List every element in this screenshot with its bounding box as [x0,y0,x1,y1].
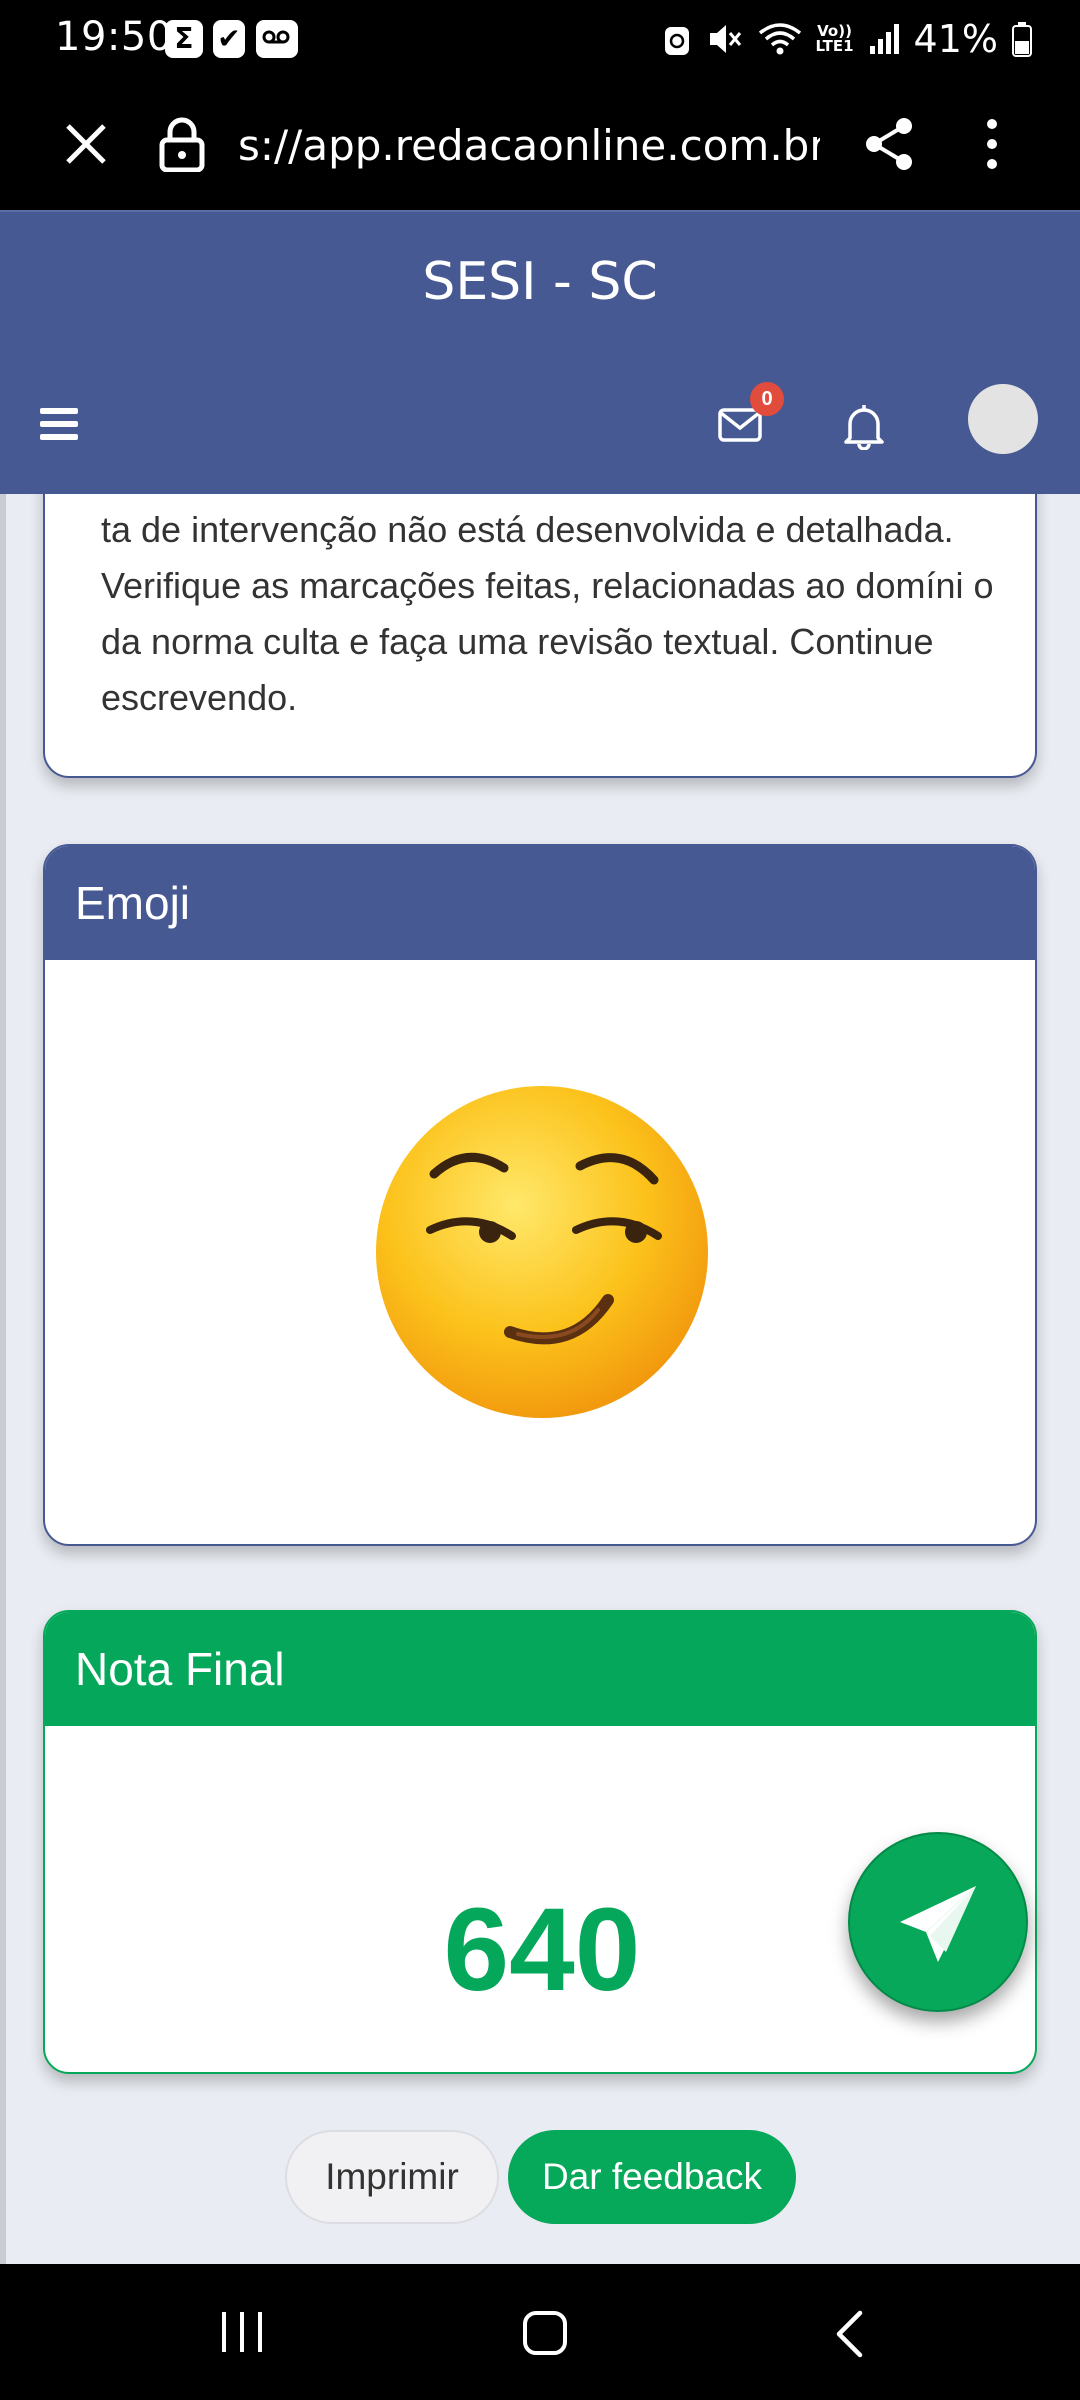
app-header: SESI - SC 0 [0,210,1080,494]
recycle-icon [664,27,689,55]
network-label-bottom: LTE1 [815,37,854,55]
bell-icon[interactable] [842,402,886,450]
check-icon: ✔ [213,20,245,58]
nota-final-card: Nota Final 640 [43,1610,1037,2074]
back-icon[interactable] [834,2310,864,2358]
smirking-face-emoji-icon [376,1086,708,1418]
scroll-edge [0,494,6,2264]
mute-icon [709,25,741,53]
mail-count-badge: 0 [750,382,784,416]
lock-icon[interactable] [158,116,206,172]
feedback-button[interactable]: Dar feedback [508,2130,796,2224]
wifi-icon [758,23,801,55]
system-nav-bar [0,2264,1080,2400]
main-content[interactable]: ta de intervenção não está desenvolvida … [0,494,1080,2264]
voicemail-icon [256,20,298,58]
comment-text: ta de intervenção não está desenvolvida … [101,509,994,718]
home-icon[interactable] [522,2310,568,2356]
comment-card: ta de intervenção não está desenvolvida … [43,494,1037,778]
share-icon[interactable] [862,116,916,172]
more-vertical-icon[interactable] [972,116,1012,172]
network-type-label: Vo)) LTE1 [816,24,854,54]
browser-toolbar: s://app.redacaonline.com.br/s [0,76,1080,210]
signal-icon [869,24,899,54]
nota-final-title: Nota Final [45,1612,1035,1726]
status-bar: 19:50 Σ ✔ Vo)) LTE1 41% [0,0,1080,76]
avatar[interactable] [968,384,1038,454]
battery-icon [1012,22,1032,57]
close-icon[interactable] [62,120,110,168]
status-time: 19:50 [55,14,173,60]
recents-icon[interactable] [218,2310,266,2354]
emoji-card: Emoji [43,844,1037,1546]
battery-percent: 41% [913,17,998,61]
send-button[interactable] [848,1832,1028,2012]
url-bar[interactable]: s://app.redacaonline.com.br/s [238,116,820,176]
emoji-card-title: Emoji [45,846,1035,960]
page-title: SESI - SC [422,252,658,312]
print-button[interactable]: Imprimir [285,2130,499,2224]
send-paper-plane-icon [900,1886,976,1962]
sigma-app-icon: Σ [165,20,203,58]
menu-icon[interactable] [40,408,78,440]
